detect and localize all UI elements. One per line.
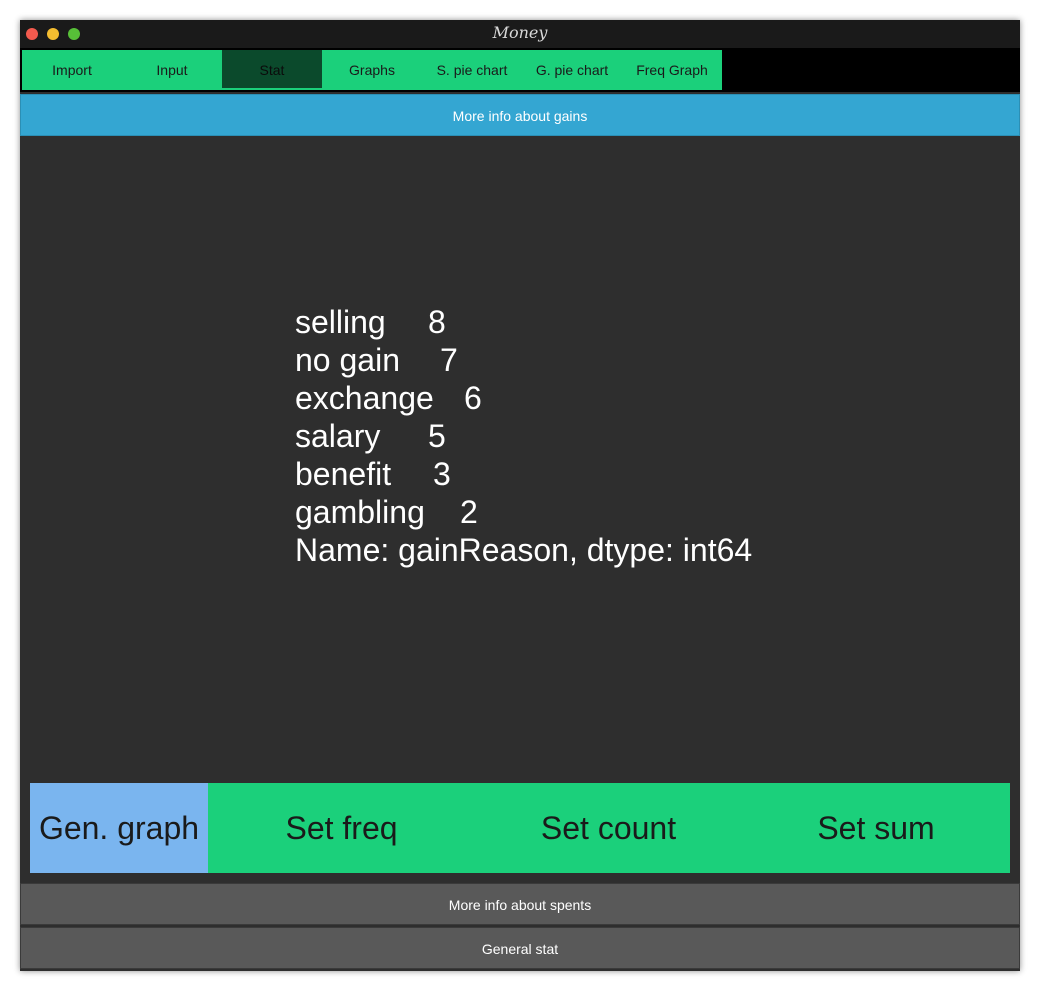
stat-value: 3 — [433, 456, 451, 492]
gen-graph-button[interactable]: Gen. graph — [30, 783, 208, 873]
stat-value: 7 — [440, 342, 458, 378]
stat-row-gambling: gambling 2 — [295, 493, 752, 531]
stat-value: 8 — [428, 304, 446, 340]
more-info-spents-button[interactable]: More info about spents — [20, 883, 1020, 925]
stat-label: no gain — [295, 342, 400, 378]
stat-row-salary: salary 5 — [295, 417, 752, 455]
title-bar: Money — [20, 20, 1020, 48]
tab-s-pie-chart[interactable]: S. pie chart — [422, 50, 522, 90]
tab-stat[interactable]: Stat — [222, 50, 322, 90]
stat-value: 2 — [460, 494, 478, 530]
set-freq-button[interactable]: Set freq — [208, 783, 475, 873]
window-title: Money — [492, 23, 548, 42]
more-info-gains-button[interactable]: More info about gains — [20, 94, 1020, 136]
stat-row-no-gain: no gain 7 — [295, 341, 752, 379]
action-bar: Gen. graph Set freq Set count Set sum — [30, 783, 1010, 873]
tab-input[interactable]: Input — [122, 50, 222, 90]
tab-bar: Import Input Stat Graphs S. pie chart G.… — [20, 48, 1020, 92]
tab-import[interactable]: Import — [22, 50, 122, 90]
stat-footer: Name: gainReason, dtype: int64 — [295, 532, 753, 568]
set-sum-button[interactable]: Set sum — [742, 783, 1010, 873]
tab-freq-graph[interactable]: Freq Graph — [622, 50, 722, 90]
stat-row-selling: selling 8 — [295, 303, 752, 341]
stat-label: benefit — [295, 456, 392, 492]
stat-value: 6 — [464, 380, 482, 416]
stat-label: exchange — [295, 380, 434, 416]
stat-label: salary — [295, 418, 381, 454]
stat-label: gambling — [295, 494, 425, 530]
set-count-button[interactable]: Set count — [475, 783, 742, 873]
app-window: Money Import Input Stat Graphs S. pie ch… — [20, 20, 1020, 971]
stat-row-exchange: exchange 6 — [295, 379, 752, 417]
stat-label: selling — [295, 304, 386, 340]
general-stat-button[interactable]: General stat — [20, 927, 1020, 969]
stat-value: 5 — [428, 418, 446, 454]
tab-graphs[interactable]: Graphs — [322, 50, 422, 90]
stats-output: selling 8 no gain 7 exchange 6 salary 5 bene… — [295, 303, 752, 569]
stat-row-benefit: benefit 3 — [295, 455, 752, 493]
tab-g-pie-chart[interactable]: G. pie chart — [522, 50, 622, 90]
